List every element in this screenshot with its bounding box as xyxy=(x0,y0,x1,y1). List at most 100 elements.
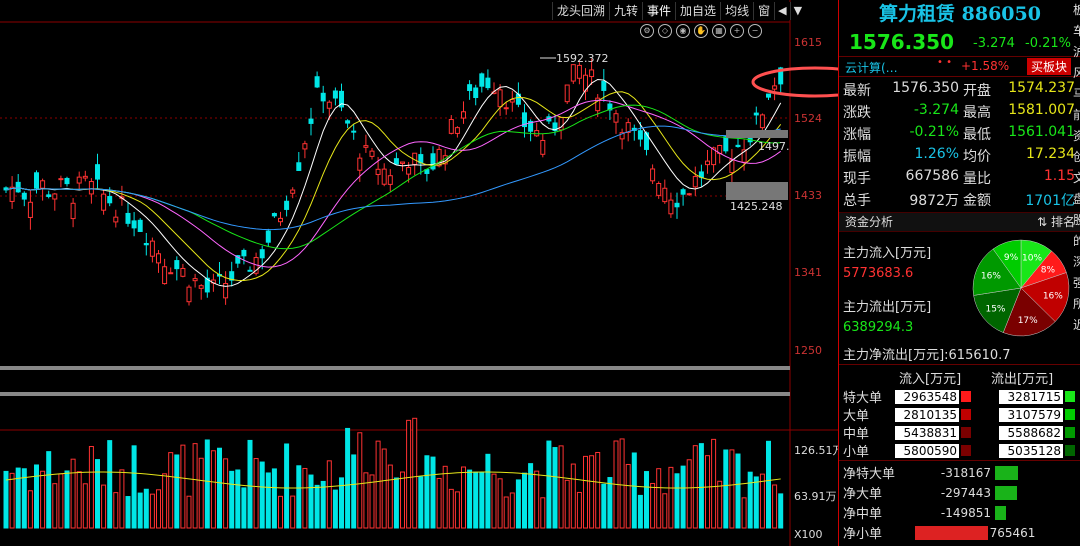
quote-label: 总手 xyxy=(843,193,871,209)
chart-toolbar: 龙头回溯 九转 事件 加自选 均线 窗 ◀ ▼ xyxy=(552,2,806,20)
candle-body xyxy=(589,69,595,78)
volume-bar xyxy=(576,491,582,529)
volume-bar xyxy=(473,471,479,529)
volume-bar xyxy=(143,488,149,529)
related-sector[interactable]: 云计算(… xyxy=(845,59,898,76)
buy-board-button[interactable]: 买板块 xyxy=(1027,58,1072,75)
candle-body xyxy=(27,201,33,218)
candle-body xyxy=(271,213,277,217)
inflow-color-swatch xyxy=(961,391,971,402)
candle-body xyxy=(668,199,674,215)
candle-body xyxy=(82,175,88,179)
candle-body xyxy=(400,161,405,164)
volume-bar xyxy=(363,472,369,529)
quote-value: -3.274 xyxy=(913,102,959,118)
dropdown-arrow-icon[interactable]: ▼ xyxy=(789,2,805,20)
volume-bar xyxy=(467,469,473,529)
toolbar-add-favorite[interactable]: 加自选 xyxy=(675,2,720,20)
toolbar-event[interactable]: 事件 xyxy=(642,2,675,20)
zoom-in-icon[interactable]: + xyxy=(730,24,744,38)
toolbar-dragon-head[interactable]: 龙头回溯 xyxy=(552,2,609,20)
quote-value: 1576.350 xyxy=(892,80,959,96)
candle-body xyxy=(753,112,759,116)
price-tick: 1524 xyxy=(794,112,822,125)
volume-bar xyxy=(607,477,613,529)
volume-bar xyxy=(186,495,192,529)
candle-body xyxy=(485,77,491,89)
price-change: -3.274 xyxy=(973,36,1015,51)
candle-body xyxy=(680,189,686,195)
quote-row: 涨跌 -3.274 最高 1581.007 xyxy=(843,102,1075,122)
candle-body xyxy=(766,93,771,98)
candle-body xyxy=(9,186,15,202)
settings-icon[interactable]: ⚙ xyxy=(640,24,654,38)
volume-bar xyxy=(485,453,491,529)
quote-value: 17.234 xyxy=(1026,146,1075,162)
volume-bar xyxy=(58,473,64,529)
quote-label: 现手 xyxy=(843,171,871,187)
volume-bar xyxy=(436,477,442,529)
volume-bar xyxy=(479,472,485,529)
candle-body xyxy=(637,130,643,140)
volume-bar xyxy=(729,449,735,529)
volume-bar xyxy=(101,484,107,529)
price-tick: 1341 xyxy=(794,266,822,279)
toolbar-nine-turn[interactable]: 九转 xyxy=(609,2,642,20)
candle-body xyxy=(162,266,168,285)
volume-bar xyxy=(229,470,235,529)
volume-bar xyxy=(698,443,704,529)
fund-pie-chart: 10%8%16%17%15%16%9% xyxy=(972,239,1070,337)
inflow-value: 5438831 xyxy=(895,425,959,440)
volume-bar xyxy=(735,453,741,529)
candle-body xyxy=(332,90,338,99)
volume-bar xyxy=(162,473,168,529)
rank-icon: ⇅ xyxy=(1037,215,1048,229)
shape-icon[interactable]: ◇ xyxy=(658,24,672,38)
chart-icon-row: ⚙ ◇ ◉ ✋ ▦ + − xyxy=(640,24,762,38)
candle-body xyxy=(290,189,296,194)
volume-bar xyxy=(692,445,698,529)
candle-body xyxy=(723,136,729,152)
candle-body xyxy=(296,162,302,171)
hand-icon[interactable]: ✋ xyxy=(694,24,708,38)
toolbar-window[interactable]: 窗 xyxy=(753,2,774,20)
speaker-icon[interactable]: ◀ xyxy=(774,2,789,20)
toolbar-moving-average[interactable]: 均线 xyxy=(720,2,753,20)
calendar-icon[interactable]: ▦ xyxy=(712,24,726,38)
candle-body xyxy=(393,158,399,165)
candle-body xyxy=(125,212,131,224)
volume-bar xyxy=(198,457,204,529)
kline-chart[interactable] xyxy=(0,0,838,546)
volume-tick: 63.91万 xyxy=(794,490,837,503)
volume-bar xyxy=(400,471,405,529)
pie-slice-label: 9% xyxy=(1004,253,1019,263)
volume-bar xyxy=(461,466,466,529)
quote-label: 振幅 xyxy=(843,149,871,165)
candle-body xyxy=(497,89,503,108)
candle-body xyxy=(503,107,509,110)
candle-body xyxy=(278,217,283,223)
inflow-header: 流入[万元] xyxy=(899,372,962,387)
volume-bar xyxy=(290,495,296,529)
volume-bar xyxy=(534,470,540,529)
candle-body xyxy=(479,73,485,87)
net-flow-value: -149851 xyxy=(940,505,991,520)
volume-bar xyxy=(149,493,155,529)
quote-value: 1.15 xyxy=(1043,168,1075,184)
inflow-value: 5800590 xyxy=(895,443,959,458)
volume-unit: X100 xyxy=(794,528,823,541)
volume-bar xyxy=(540,497,546,529)
volume-bar xyxy=(552,447,558,529)
candle-body xyxy=(143,243,149,246)
volume-bar xyxy=(528,463,534,529)
rank-button[interactable]: ⇅ 排名 xyxy=(1037,213,1075,231)
net-flow-label: 净中单 xyxy=(843,507,883,522)
eye-icon[interactable]: ◉ xyxy=(676,24,690,38)
volume-bar xyxy=(387,464,393,529)
volume-bar xyxy=(393,477,399,529)
volume-bar xyxy=(778,493,784,529)
candle-body xyxy=(107,196,113,204)
zoom-out-icon[interactable]: − xyxy=(748,24,762,38)
inflow-value: 2963548 xyxy=(895,389,959,404)
quote-row: 振幅 1.26% 均价 17.234 xyxy=(843,146,1075,166)
